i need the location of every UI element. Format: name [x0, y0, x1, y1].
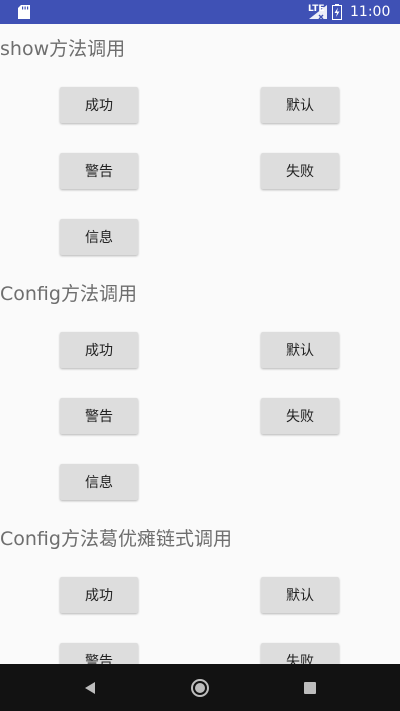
success-button[interactable]: 成功 [60, 332, 138, 368]
back-icon [85, 681, 95, 694]
status-time: 11:00 [350, 4, 391, 20]
success-button[interactable]: 成功 [60, 577, 138, 613]
recents-button[interactable] [280, 664, 340, 711]
info-button[interactable]: 信息 [60, 464, 138, 500]
section-title-show: show方法调用 [0, 38, 126, 60]
section-title-config: Config方法调用 [0, 283, 137, 305]
navigation-bar [0, 664, 400, 711]
success-button[interactable]: 成功 [60, 87, 138, 123]
error-button[interactable]: 失败 [261, 398, 339, 434]
recents-icon [304, 681, 316, 694]
warning-button[interactable]: 警告 [60, 643, 138, 664]
status-bar: LTE 11:00 [0, 0, 400, 24]
default-button[interactable]: 默认 [261, 577, 339, 613]
section-title-config-chain: Config方法葛优瘫链式调用 [0, 528, 232, 550]
error-button[interactable]: 失败 [261, 153, 339, 189]
warning-button[interactable]: 警告 [60, 398, 138, 434]
sd-card-icon [18, 5, 30, 19]
battery-icon [332, 4, 342, 20]
back-button[interactable] [60, 664, 120, 711]
default-button[interactable]: 默认 [261, 332, 339, 368]
warning-button[interactable]: 警告 [60, 153, 138, 189]
default-button[interactable]: 默认 [261, 87, 339, 123]
main-content[interactable]: show方法调用 成功 默认 警告 失败 信息 Config方法调用 成功 默认… [0, 24, 400, 664]
signal-icon [309, 5, 327, 19]
home-button[interactable] [170, 664, 230, 711]
home-icon [191, 678, 209, 697]
info-button[interactable]: 信息 [60, 219, 138, 255]
error-button[interactable]: 失败 [261, 643, 339, 664]
